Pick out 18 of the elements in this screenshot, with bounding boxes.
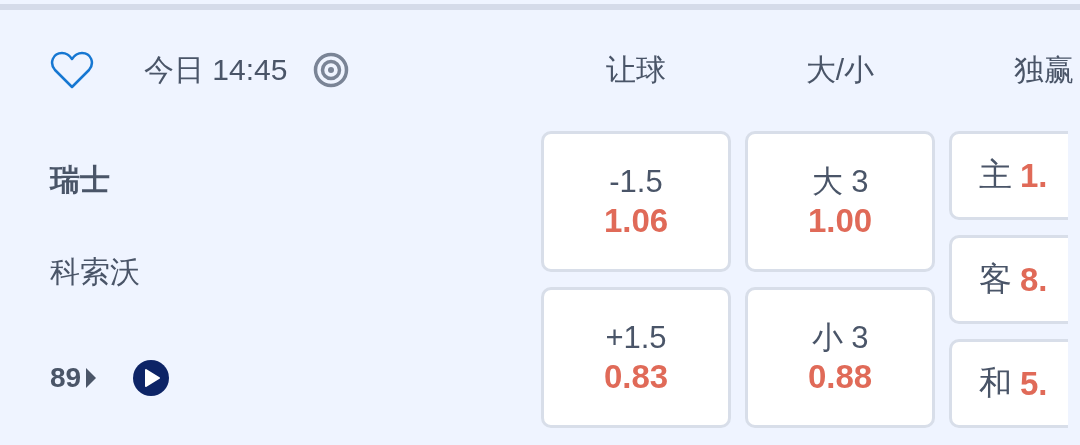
total-odds-button[interactable]: 小 3 0.88 — [745, 287, 935, 428]
markets-count[interactable]: 89 — [50, 358, 82, 398]
handicap-odds-button[interactable]: -1.5 1.06 — [541, 131, 731, 272]
target-icon[interactable] — [313, 52, 350, 88]
match-time: 今日 14:45 — [144, 51, 288, 88]
column-header: 让球 — [605, 51, 667, 88]
column-header: 独赢 — [1013, 51, 1075, 88]
handicap-odds-button[interactable]: +1.5 0.83 — [541, 287, 731, 428]
play-icon[interactable] — [133, 360, 170, 396]
moneyline-odds-button[interactable]: 主 1. — [949, 131, 1068, 220]
column-header: 大/小 — [804, 51, 876, 88]
heart-icon[interactable] — [50, 50, 94, 90]
team-name: 科索沃 — [50, 254, 141, 290]
total-odds-button[interactable]: 大 3 1.00 — [745, 131, 935, 272]
caret-icon[interactable] — [85, 367, 98, 389]
team-name: 瑞士 — [50, 162, 111, 198]
moneyline-odds-button[interactable]: 客 8. — [949, 235, 1068, 324]
moneyline-odds-button[interactable]: 和 5. — [949, 339, 1068, 428]
